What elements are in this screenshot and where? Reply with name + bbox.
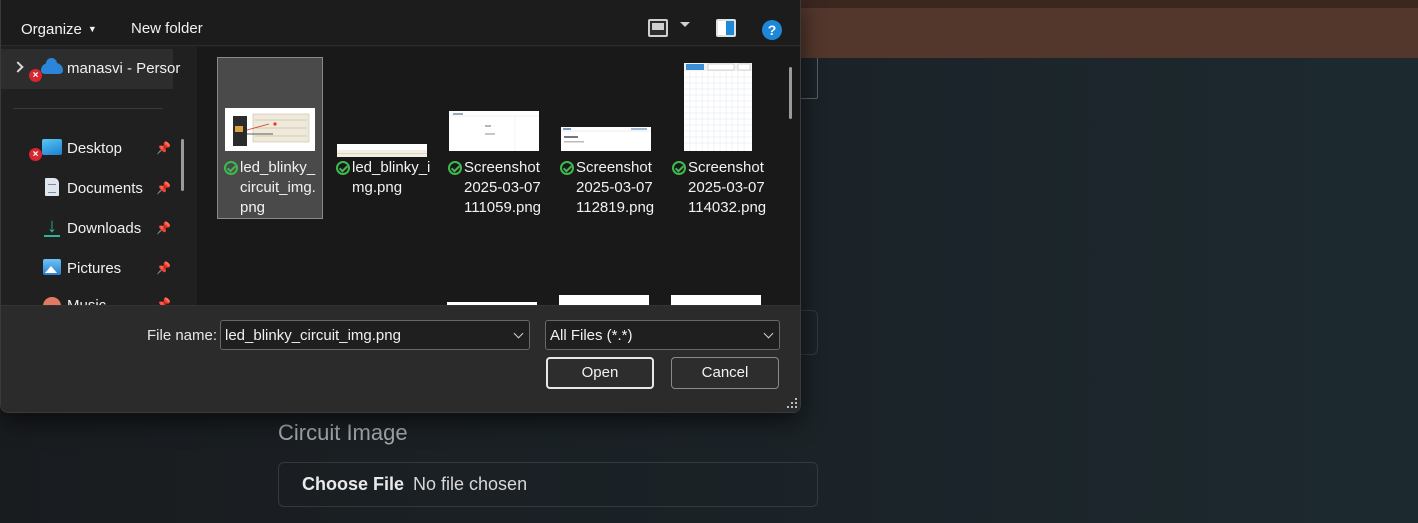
desktop-icon — [42, 139, 62, 155]
downloads-icon: ↓ — [43, 216, 61, 237]
organize-button[interactable]: Organize ▼ — [21, 0, 97, 46]
no-file-chosen-text: No file chosen — [413, 474, 528, 494]
pin-icon: 📌 — [156, 141, 171, 155]
file-tile[interactable]: Screenshot 2025-03-07 111059.png — [441, 57, 547, 219]
sync-ok-icon — [448, 161, 462, 175]
sync-ok-icon — [672, 161, 686, 175]
file-name: Screenshot 2025-03-07 114032.png — [670, 158, 768, 218]
file-name: Screenshot 2025-03-07 111059.png — [446, 158, 544, 218]
nav-item-label: Downloads — [67, 220, 142, 237]
pin-icon: 📌 — [156, 297, 171, 305]
file-thumbnail — [449, 111, 539, 151]
file-thumbnail — [337, 144, 427, 157]
file-name: led_blinky_circuit_img.png — [222, 158, 320, 218]
file-thumbnail — [684, 63, 752, 151]
nav-item-documents[interactable]: Documents 📌 — [1, 169, 173, 209]
pin-icon: 📌 — [156, 221, 171, 235]
pin-icon: 📌 — [156, 261, 171, 275]
nav-item-label: Desktop — [67, 140, 123, 157]
screenshot-thumbnail-image — [449, 111, 539, 151]
file-list-scrollbar[interactable] — [789, 67, 792, 119]
expand-chevron-icon[interactable] — [12, 61, 24, 73]
dialog-bottom-bar: File name: led_blinky_circuit_img.png Al… — [1, 305, 800, 412]
organize-label: Organize — [21, 21, 82, 38]
nav-item-music[interactable]: Music 📌 — [1, 297, 173, 305]
sync-ok-icon — [224, 161, 238, 175]
file-name-label: File name: — [147, 327, 218, 344]
nav-item-pictures[interactable]: Pictures 📌 — [1, 249, 173, 289]
help-icon[interactable]: ? — [762, 20, 782, 40]
circuit-image-label: Circuit Image — [278, 420, 408, 445]
new-folder-button[interactable]: New folder — [131, 0, 203, 46]
change-view-icon[interactable] — [648, 19, 668, 37]
sync-error-icon: × — [29, 148, 42, 161]
resize-grip-icon[interactable] — [787, 398, 799, 410]
cancel-button[interactable]: Cancel — [671, 357, 779, 389]
pictures-icon — [43, 259, 61, 275]
open-file-dialog: Organize ▼ New folder ? × manasvi - Perso… — [0, 0, 801, 413]
dialog-toolbar: Organize ▼ New folder ? — [1, 0, 800, 46]
preview-pane-icon[interactable] — [716, 19, 736, 37]
sync-ok-icon — [336, 161, 350, 175]
view-options-chevron-icon[interactable] — [680, 22, 690, 27]
onedrive-cloud-icon — [41, 58, 63, 74]
file-type-select[interactable]: All Files (*.*) — [545, 320, 780, 350]
sync-error-icon: × — [29, 69, 42, 82]
circuit-image-file-input[interactable]: Choose File No file chosen — [278, 462, 818, 507]
open-button[interactable]: Open — [546, 357, 654, 389]
nav-scrollbar[interactable] — [181, 139, 184, 191]
circuit-thumbnail-image — [225, 108, 315, 151]
nav-item-downloads[interactable]: ↓ Downloads 📌 — [1, 209, 173, 249]
nav-separator — [13, 108, 163, 109]
grid-thumbnail-image — [684, 63, 752, 151]
sync-ok-icon — [560, 161, 574, 175]
nav-item-label: Documents — [67, 180, 143, 197]
music-icon — [43, 297, 61, 305]
file-tile[interactable]: Screenshot 2025-03-07 114032.png — [665, 57, 771, 219]
nav-item-onedrive[interactable]: × manasvi - Persor — [1, 49, 180, 89]
nav-item-label: Pictures — [67, 260, 122, 277]
nav-item-label: Music — [67, 297, 106, 305]
led-thumbnail-image — [337, 150, 427, 157]
pin-icon: 📌 — [156, 181, 171, 195]
nav-item-label: manasvi - Persor — [67, 60, 181, 77]
file-tile[interactable]: Screenshot 2025-03-07 112819.png — [553, 57, 659, 219]
file-name: led_blinky_img.png — [334, 158, 432, 198]
file-thumbnail — [561, 127, 651, 151]
choose-file-button[interactable]: Choose File — [302, 474, 404, 495]
file-thumbnail — [225, 108, 315, 151]
navigation-pane: × manasvi - Persor × Desktop 📌 Documents… — [1, 47, 196, 305]
file-thumbnail-partial[interactable] — [671, 295, 761, 305]
file-list-pane: led_blinky_circuit_img.png led_blinky_im… — [197, 47, 800, 305]
nav-item-desktop[interactable]: × Desktop 📌 — [1, 129, 173, 169]
file-thumbnail-partial[interactable] — [559, 295, 649, 305]
file-tile[interactable]: led_blinky_circuit_img.png — [217, 57, 323, 219]
file-tile[interactable]: led_blinky_img.png — [329, 57, 435, 219]
file-name-input[interactable]: led_blinky_circuit_img.png — [220, 320, 530, 350]
documents-icon — [45, 178, 59, 196]
screenshot-thumbnail-image — [561, 127, 651, 151]
file-name: Screenshot 2025-03-07 112819.png — [558, 158, 656, 218]
